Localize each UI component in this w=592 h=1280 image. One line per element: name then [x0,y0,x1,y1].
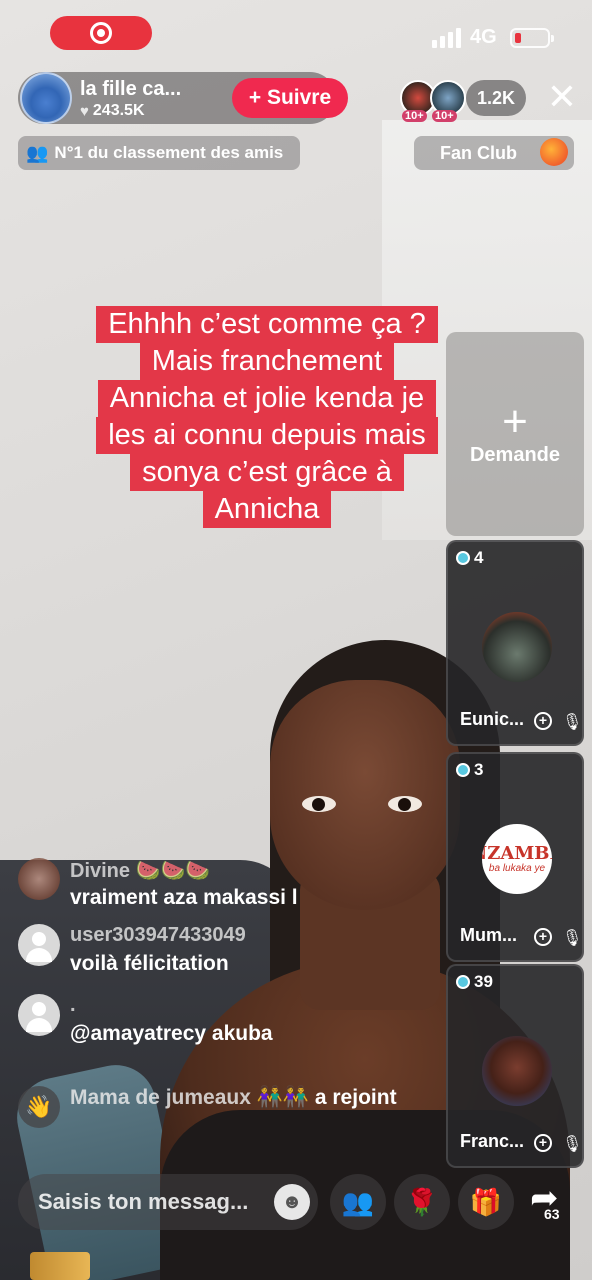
host-avatar[interactable] [20,72,72,124]
add-guest-icon[interactable]: + [534,712,552,730]
heart-icon: ♥ [80,102,89,120]
wave-icon: 👋 [18,1086,60,1128]
share-button[interactable]: ➦ 63 [524,1178,580,1234]
request-label: Demande [469,443,561,466]
mic-off-icon: 🎙 [562,930,583,947]
rose-gift-button[interactable]: 🌹 [394,1174,450,1230]
signal-icon [432,28,461,48]
rose-gift-icon: 🌹 [405,1186,439,1217]
emoji-icon[interactable]: ☻ [274,1184,310,1220]
top-viewers[interactable]: 10+ 10+ 1.2K [400,80,526,122]
caption-line: Ehhhh c’est comme ça ? [96,306,438,343]
guest-score: 39 [456,972,493,992]
guest-score-value: 3 [474,760,484,779]
chat-message[interactable]: Divine 🍉🍉🍉 vraiment aza makassi l [18,858,428,922]
people-icon: 👥 [26,142,49,163]
chat-username[interactable]: Divine 🍉🍉🍉 [70,858,210,883]
add-guest-icon[interactable]: + [534,1134,552,1152]
bracelet-deco [30,1252,90,1280]
host-info[interactable]: la fille ca... ♥ 243.5K + Suivre [18,72,348,124]
eye-right [388,796,422,812]
rank-banner-text: N°1 du classement des amis [54,143,284,162]
guest-avatar[interactable] [482,1036,552,1106]
chat-username[interactable]: user303947433049 [70,924,246,947]
gift-icon: 🎁 [469,1186,503,1217]
score-icon [456,551,470,565]
join-label: a rejoint [314,1086,397,1109]
join-username[interactable]: Mama de jumeaux 👫👫 [70,1086,309,1109]
guest-score: 4 [456,548,483,568]
viewer-badge: 10+ [402,110,427,122]
message-input[interactable]: Saisis ton messag... [18,1174,318,1230]
host-likes: ♥ 243.5K [80,102,145,120]
screen-record-button[interactable] [50,16,152,50]
caption-line: Mais franchement [139,343,395,380]
request-guest-slot[interactable]: + Demande [446,332,584,536]
eye-left [302,796,336,812]
status-bar: 4G [0,0,592,66]
close-icon[interactable]: ✕ [546,79,578,116]
fan-club-icon [540,138,568,166]
score-icon [456,763,470,777]
fan-club-label: Fan Club [440,142,517,163]
network-label: 4G [470,26,497,48]
join-message: 👋 Mama de jumeaux 👫👫 a rejoint [18,1086,428,1150]
guest-avatar[interactable] [482,612,552,682]
host-likes-count: 243.5K [92,102,145,119]
follow-button[interactable]: + Suivre [232,78,348,118]
viewer-avatar[interactable]: 10+ [430,80,466,122]
guest-score-value: 4 [474,548,484,567]
caption-overlay: Ehhhh c’est comme ça ? Mais franchement … [60,306,474,528]
viewer-badge: 10+ [432,110,457,122]
battery-icon [510,28,554,48]
chat-avatar[interactable] [18,858,60,900]
viewer-count[interactable]: 1.2K [466,80,526,116]
caption-line: Annicha [202,491,332,528]
guest-tile[interactable]: 4 Eunic... + 🎙 [446,540,584,746]
chat-username[interactable]: . [70,994,76,1017]
caption-line: Annicha et jolie kenda je [97,380,437,417]
chat-message[interactable]: user303947433049 voilà félicitation [18,924,428,988]
gift-button[interactable]: 🎁 [458,1174,514,1230]
chat-message[interactable]: . @amayatrecy akuba [18,994,428,1058]
join-text: Mama de jumeaux 👫👫 a rejoint [70,1082,410,1114]
host-name[interactable]: la fille ca... [80,78,220,101]
score-icon [456,975,470,989]
logo-title: NZAMBE [482,842,552,864]
chat-avatar[interactable] [18,994,60,1036]
message-input-placeholder: Saisis ton messag... [38,1189,249,1214]
fan-club-button[interactable]: Fan Club [414,136,574,170]
chat-text: vraiment aza makassi l [70,886,298,909]
guest-name[interactable]: Eunic... [460,709,524,730]
chat-avatar[interactable] [18,924,60,966]
guest-score: 3 [456,760,483,780]
mic-off-icon: 🎙 [562,714,583,731]
guest-name[interactable]: Franc... [460,1131,524,1152]
plus-icon: + [502,396,528,446]
guest-name[interactable]: Mum... [460,925,517,946]
guest-score-value: 39 [474,972,493,991]
add-guest-icon[interactable]: + [534,928,552,946]
chat-text: voilà félicitation [70,952,229,975]
guest-tile[interactable]: 39 Franc... + 🎙 [446,964,584,1168]
chat-text: @amayatrecy akuba [70,1022,273,1045]
record-icon [90,22,112,44]
caption-line: sonya c’est grâce à [130,454,404,491]
mic-off-icon: 🎙 [562,1136,583,1153]
guest-tile[interactable]: 3 NZAMBE ba lukaka ye Mum... + 🎙 [446,752,584,962]
guests-icon: 👥 [341,1186,375,1217]
logo-subtitle: ba lukaka ye [488,862,546,874]
guest-avatar[interactable]: NZAMBE ba lukaka ye [482,824,552,894]
share-count: 63 [544,1206,560,1222]
caption-line: les ai connu depuis mais [96,417,438,454]
rank-banner[interactable]: 👥 N°1 du classement des amis [18,136,300,170]
multi-guest-button[interactable]: 👥 [330,1174,386,1230]
